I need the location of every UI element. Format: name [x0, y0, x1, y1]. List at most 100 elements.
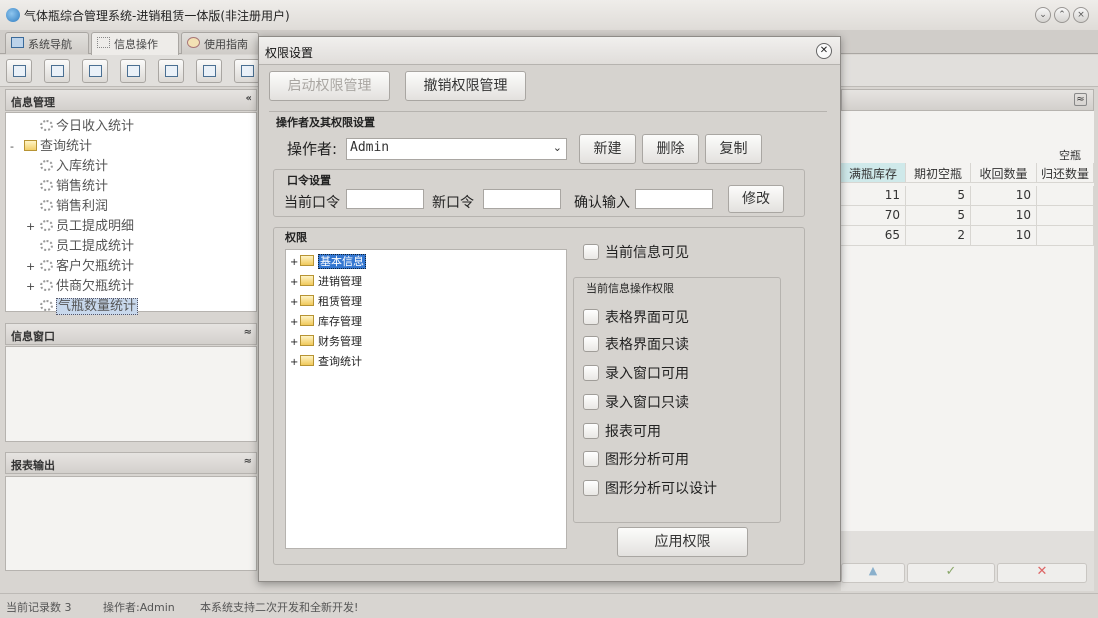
- grid-col-header[interactable]: 期初空瓶: [906, 163, 971, 183]
- operator-select[interactable]: Admin ⌄: [346, 138, 567, 160]
- permission-checkbox[interactable]: 图形分析可用: [583, 449, 689, 469]
- grid-cell[interactable]: 5: [906, 206, 971, 226]
- nav-tree: 今日收入统计 - 查询统计 入库统计 销售统计 销售利润 + 员工提成明细员工提成统计 + 客户欠…: [5, 112, 257, 315]
- grid-cell[interactable]: 10: [971, 186, 1037, 206]
- copy-operator-button[interactable]: 复制: [705, 134, 762, 164]
- checkbox-icon: [583, 244, 599, 260]
- nav-tree-item[interactable]: + 员工提成明细: [26, 215, 134, 235]
- confirm-password-input[interactable]: [635, 189, 713, 209]
- permission-checkbox[interactable]: 报表可用: [583, 421, 661, 441]
- report-panel-body: [5, 476, 257, 571]
- monitor-button[interactable]: [158, 59, 184, 83]
- dialog-close-icon[interactable]: ✕: [816, 43, 832, 59]
- grid-cell[interactable]: 70: [841, 206, 906, 226]
- grid-cell[interactable]: 2: [906, 226, 971, 246]
- grid-cell[interactable]: [1037, 226, 1094, 246]
- permission-checkbox[interactable]: 表格界面可见: [583, 307, 689, 327]
- current-info-visible-checkbox[interactable]: 当前信息可见: [583, 242, 689, 262]
- nav-tree-item[interactable]: 今日收入统计: [26, 115, 134, 135]
- permission-tree-item[interactable]: + 查询统计: [290, 353, 362, 369]
- cancel-button[interactable]: ✕: [997, 563, 1087, 583]
- status-operator: 操作者:Admin: [103, 601, 175, 614]
- tab-system-nav[interactable]: 系统导航: [5, 32, 89, 54]
- tab-info-operation[interactable]: 信息操作: [91, 32, 179, 55]
- nav-up-button[interactable]: ▲: [841, 563, 905, 583]
- permission-checkbox[interactable]: 图形分析可以设计: [583, 478, 717, 498]
- collapse-icon[interactable]: ≈: [244, 456, 252, 467]
- nav-tree-label: 客户欠瓶统计: [56, 259, 135, 274]
- grid-col-header[interactable]: 归还数量: [1037, 163, 1094, 183]
- nav-tree-item[interactable]: 销售利润: [26, 195, 108, 215]
- expand-plus-icon[interactable]: +: [290, 297, 300, 308]
- nav-tree-item[interactable]: + 供商欠瓶统计: [26, 275, 134, 295]
- expand-plus-icon[interactable]: +: [290, 257, 300, 268]
- expand-toggle-icon[interactable]: +: [26, 260, 36, 273]
- document-button[interactable]: [82, 59, 108, 83]
- grid-icon: [97, 37, 110, 48]
- modify-password-button[interactable]: 修改: [728, 185, 784, 213]
- permission-tree-item[interactable]: + 财务管理: [290, 333, 362, 349]
- checkbox-icon: [583, 480, 599, 496]
- checkbox-icon: [583, 394, 599, 410]
- nav-tree-item[interactable]: + 客户欠瓶统计: [26, 255, 134, 275]
- collapse-left-icon[interactable]: «: [246, 93, 252, 104]
- grid-cell[interactable]: 10: [971, 206, 1037, 226]
- expand-plus-icon[interactable]: +: [290, 277, 300, 288]
- nav-tree-item[interactable]: 入库统计: [26, 155, 108, 175]
- close-icon[interactable]: ×: [1073, 7, 1089, 23]
- nav-tree-item[interactable]: 销售统计: [26, 175, 108, 195]
- nav-tree-label: 员工提成统计: [56, 239, 135, 254]
- delete-operator-button[interactable]: 删除: [642, 134, 699, 164]
- gear-icon: [40, 160, 53, 171]
- dialog-title: 权限设置: [265, 46, 314, 60]
- expand-toggle-icon[interactable]: -: [10, 140, 20, 153]
- grid-col-header[interactable]: 收回数量: [971, 163, 1037, 183]
- expand-icon[interactable]: ≈: [1074, 93, 1087, 106]
- users-button[interactable]: [120, 59, 146, 83]
- search-icon: [13, 65, 26, 77]
- search-button[interactable]: [6, 59, 32, 83]
- permission-tree-item[interactable]: + 库存管理: [290, 313, 362, 329]
- expand-toggle-icon[interactable]: +: [26, 220, 36, 233]
- document-icon: [89, 65, 102, 77]
- new-password-input[interactable]: [483, 189, 561, 209]
- expand-toggle-icon[interactable]: +: [26, 280, 36, 293]
- maximize-icon[interactable]: ⌃: [1054, 7, 1070, 23]
- grid-cell[interactable]: 5: [906, 186, 971, 206]
- divider: [269, 111, 827, 112]
- printer-icon: [241, 65, 254, 77]
- nav-tree-item[interactable]: - 查询统计: [10, 135, 92, 155]
- nav-tree-item[interactable]: 员工提成统计: [26, 235, 134, 255]
- tab-user-guide[interactable]: 使用指南: [181, 32, 259, 54]
- grid-cell[interactable]: [1037, 206, 1094, 226]
- permission-checkbox[interactable]: 录入窗口可用: [583, 363, 689, 383]
- nav-tree-item[interactable]: 气瓶数量统计: [26, 295, 139, 315]
- grid-cell[interactable]: [1037, 186, 1094, 206]
- confirm-button[interactable]: ✓: [907, 563, 995, 583]
- folder-icon: [300, 335, 314, 346]
- expand-plus-icon[interactable]: +: [290, 317, 300, 328]
- gear-icon: [40, 220, 53, 231]
- permission-tree-item[interactable]: + 基本信息: [290, 253, 366, 269]
- collapse-icon[interactable]: ≈: [244, 327, 252, 338]
- export-button[interactable]: [196, 59, 222, 83]
- grid-col-header[interactable]: 满瓶库存: [841, 163, 906, 183]
- print-button[interactable]: [234, 59, 260, 83]
- revoke-permission-button[interactable]: 撤销权限管理: [405, 71, 526, 101]
- view-button[interactable]: [44, 59, 70, 83]
- expand-plus-icon[interactable]: +: [290, 357, 300, 368]
- permission-checkbox[interactable]: 录入窗口只读: [583, 392, 689, 412]
- grid-cell[interactable]: 65: [841, 226, 906, 246]
- current-password-input[interactable]: [346, 189, 424, 209]
- permission-checkbox[interactable]: 表格界面只读: [583, 334, 689, 354]
- expand-plus-icon[interactable]: +: [290, 337, 300, 348]
- grid-cell[interactable]: 11: [841, 186, 906, 206]
- grid-cell[interactable]: 10: [971, 226, 1037, 246]
- ops-group-title: 当前信息操作权限: [586, 282, 674, 295]
- permission-tree-item[interactable]: + 进销管理: [290, 273, 362, 289]
- permission-tree-item[interactable]: + 租赁管理: [290, 293, 362, 309]
- minimize-icon[interactable]: ⌄: [1035, 7, 1051, 23]
- enable-permission-button[interactable]: 启动权限管理: [269, 71, 390, 101]
- apply-permission-button[interactable]: 应用权限: [617, 527, 748, 557]
- new-operator-button[interactable]: 新建: [579, 134, 636, 164]
